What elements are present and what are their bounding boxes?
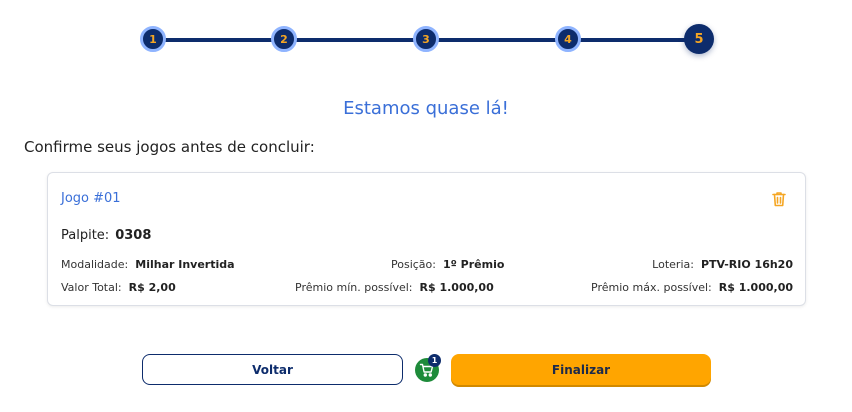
step-2[interactable]: 2 bbox=[271, 26, 297, 52]
posicao-value: 1º Prêmio bbox=[442, 258, 505, 271]
game-title: Jogo #01 bbox=[61, 191, 121, 206]
valor-total-label: Valor Total: bbox=[61, 281, 122, 294]
game-card: Jogo #01 Palpite: 0308 Modalidade: Milhar … bbox=[47, 172, 806, 306]
palpite-label: Palpite: bbox=[61, 228, 110, 243]
premio-min: Prêmio mín. possível: R$ 1.000,00 bbox=[295, 281, 494, 294]
premio-max: Prêmio máx. possível: R$ 1.000,00 bbox=[591, 281, 793, 294]
modalidade-label: Modalidade: bbox=[61, 258, 129, 271]
step-3[interactable]: 3 bbox=[413, 26, 439, 52]
cart-count-badge: 1 bbox=[428, 354, 441, 367]
premio-min-label: Prêmio mín. possível: bbox=[295, 281, 413, 294]
palpite-line: Palpite: 0308 bbox=[61, 228, 151, 243]
confirmation-page: 1 2 3 4 5 Estamos quase lá! Confirme seu… bbox=[0, 0, 852, 412]
modalidade-value: Milhar Invertida bbox=[135, 258, 235, 271]
modalidade: Modalidade: Milhar Invertida bbox=[61, 258, 235, 271]
step-5-current: 5 bbox=[684, 24, 714, 54]
palpite-value: 0308 bbox=[115, 228, 152, 243]
trash-icon[interactable] bbox=[769, 189, 789, 209]
posicao: Posição: 1º Prêmio bbox=[391, 258, 504, 271]
premio-max-label: Prêmio máx. possível: bbox=[591, 281, 712, 294]
loteria: Loteria: PTV-RIO 16h20 bbox=[652, 258, 793, 271]
posicao-label: Posição: bbox=[391, 258, 436, 271]
loteria-label: Loteria: bbox=[652, 258, 694, 271]
valor-total: Valor Total: R$ 2,00 bbox=[61, 281, 176, 294]
step-4[interactable]: 4 bbox=[555, 26, 581, 52]
finish-button[interactable]: Finalizar bbox=[451, 354, 711, 385]
valor-total-value: R$ 2,00 bbox=[128, 281, 176, 294]
premio-max-value: R$ 1.000,00 bbox=[718, 281, 793, 294]
page-subtitle: Confirme seus jogos antes de concluir: bbox=[24, 138, 315, 156]
back-button[interactable]: Voltar bbox=[142, 354, 403, 385]
loteria-value: PTV-RIO 16h20 bbox=[700, 258, 793, 271]
page-title: Estamos quase lá! bbox=[343, 98, 509, 119]
premio-min-value: R$ 1.000,00 bbox=[419, 281, 494, 294]
progress-stepper: 1 2 3 4 5 bbox=[0, 0, 852, 80]
step-1[interactable]: 1 bbox=[140, 26, 166, 52]
